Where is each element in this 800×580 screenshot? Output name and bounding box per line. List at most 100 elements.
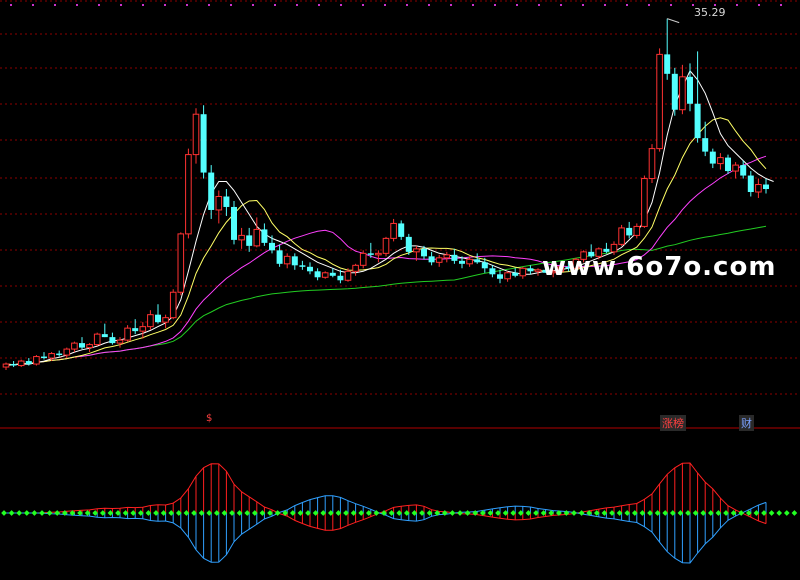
candle-body xyxy=(269,242,275,251)
cai-marker-label: 财 xyxy=(739,415,754,431)
osc-dot xyxy=(54,510,61,516)
top-dot xyxy=(98,4,100,6)
candle-body xyxy=(139,326,147,332)
candle-body xyxy=(534,269,542,272)
peak-price-label: 35.29 xyxy=(694,6,726,19)
candle-body xyxy=(359,252,367,266)
top-dot xyxy=(406,4,408,6)
candle-body xyxy=(208,172,215,210)
candle-body xyxy=(253,228,261,247)
candle-body xyxy=(421,248,427,257)
top-dot xyxy=(274,4,276,6)
osc-dot xyxy=(1,510,7,516)
top-dot xyxy=(560,4,562,6)
candle-body xyxy=(185,154,192,235)
top-dot xyxy=(76,4,78,6)
candle-body xyxy=(763,184,769,190)
candle-body xyxy=(132,328,139,332)
candle-body xyxy=(413,248,420,253)
candle-body xyxy=(398,223,405,237)
osc-dot xyxy=(776,510,783,516)
candle-body xyxy=(679,76,686,111)
candle-body xyxy=(48,353,55,359)
candle-body xyxy=(337,275,344,281)
s-marker-label: $ xyxy=(206,413,213,424)
candle-body xyxy=(177,233,185,293)
candle-body xyxy=(246,235,253,246)
candle-body xyxy=(124,327,131,341)
candle-body xyxy=(747,175,754,193)
candle-body xyxy=(717,157,724,165)
candle-body xyxy=(428,256,435,263)
candle-body xyxy=(25,361,32,365)
top-dot xyxy=(780,4,782,6)
top-dot xyxy=(494,4,496,6)
candle-body xyxy=(648,148,656,180)
candle-body xyxy=(321,272,329,278)
osc-dot xyxy=(449,510,456,516)
top-dot xyxy=(54,4,56,6)
candle-body xyxy=(109,337,116,344)
candle-body xyxy=(155,314,161,323)
candle-body xyxy=(192,113,200,156)
candle-body xyxy=(329,272,336,276)
stock-chart: www.6o7o.com 35.29 $ 涨榜 财 xyxy=(0,0,800,580)
candle-body xyxy=(299,265,306,267)
candle-body xyxy=(215,195,223,211)
candle-body xyxy=(755,184,762,193)
candle-body xyxy=(618,227,625,245)
candle-body xyxy=(466,258,473,265)
top-dot xyxy=(318,4,320,6)
top-dot xyxy=(120,4,122,6)
top-dot xyxy=(516,4,518,6)
candle-body xyxy=(694,103,701,139)
top-dot xyxy=(472,4,474,6)
candle-body xyxy=(451,254,458,261)
candle-body xyxy=(527,268,534,272)
candle-body xyxy=(474,259,481,263)
top-dot xyxy=(538,4,540,6)
candle-body xyxy=(435,257,443,263)
candle-body xyxy=(489,268,496,275)
osc-dot xyxy=(457,510,463,516)
top-dot xyxy=(208,4,210,6)
top-dot xyxy=(648,4,650,6)
candle-body xyxy=(223,196,230,207)
osc-dot xyxy=(464,510,471,516)
candle-body xyxy=(504,272,511,280)
candle-body xyxy=(367,253,374,255)
candle-body xyxy=(626,227,633,236)
candle-body xyxy=(56,353,63,356)
osc-dot xyxy=(23,510,30,516)
candle-body xyxy=(656,53,663,150)
top-dot xyxy=(582,4,584,6)
candle-body xyxy=(314,271,321,278)
top-dot xyxy=(252,4,254,6)
candle-body xyxy=(17,360,25,367)
candle-body xyxy=(443,254,451,259)
candle-body xyxy=(390,222,397,239)
candle-body xyxy=(519,267,527,277)
candle-body xyxy=(71,342,78,350)
candle-body xyxy=(732,164,739,172)
candle-body xyxy=(10,364,17,366)
candle-body xyxy=(116,339,124,344)
candle-body xyxy=(147,314,154,328)
candle-body xyxy=(512,272,519,276)
candle-body xyxy=(276,250,283,264)
top-dot xyxy=(362,4,364,6)
chart-canvas xyxy=(0,0,800,564)
candle-body xyxy=(162,317,169,323)
candle-body xyxy=(352,264,359,272)
osc-dot xyxy=(783,510,790,516)
top-dot xyxy=(230,4,232,6)
top-dot xyxy=(164,4,166,6)
candle-body xyxy=(344,270,352,281)
candle-body xyxy=(610,243,618,253)
candle-body xyxy=(283,255,291,265)
osc-dot xyxy=(46,510,53,516)
candle-body xyxy=(169,291,177,319)
osc-dot xyxy=(571,510,577,516)
top-dot xyxy=(450,4,452,6)
candle-body xyxy=(641,178,648,227)
